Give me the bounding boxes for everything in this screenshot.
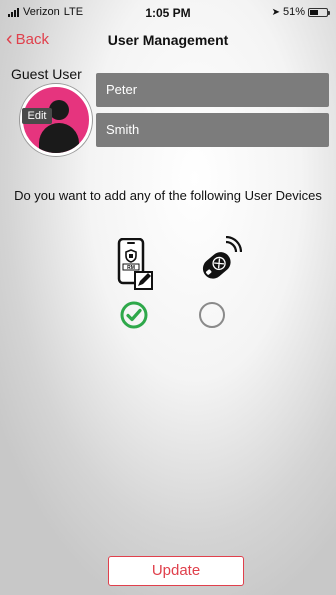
check-circle-icon[interactable] (120, 301, 148, 329)
last-name-field[interactable]: Smith (96, 113, 329, 147)
location-arrow-icon: ➤ (271, 6, 280, 18)
first-name-field[interactable]: Peter (96, 73, 329, 107)
key-fob-icon (196, 235, 243, 284)
status-right: ➤ 51% (271, 6, 330, 18)
status-bar: Verizon LTE 1:05 PM ➤ 51% (0, 0, 336, 24)
svg-text:RM: RM (127, 265, 135, 271)
empty-circle-icon[interactable] (198, 301, 226, 329)
battery-percent: 51% (282, 6, 305, 18)
person-icon-body (39, 123, 79, 153)
battery-icon (308, 7, 330, 17)
devices-prompt: Do you want to add any of the following … (14, 188, 322, 203)
update-button[interactable]: Update (108, 556, 244, 586)
navigation-bar: ‹ Back User Management (0, 26, 336, 54)
guest-user-label: Guest User (11, 66, 82, 82)
page-title: User Management (107, 32, 229, 48)
smartphone-app-icon: RM (116, 237, 156, 294)
person-icon-head (49, 100, 69, 120)
edit-avatar-button[interactable]: Edit (22, 108, 52, 124)
